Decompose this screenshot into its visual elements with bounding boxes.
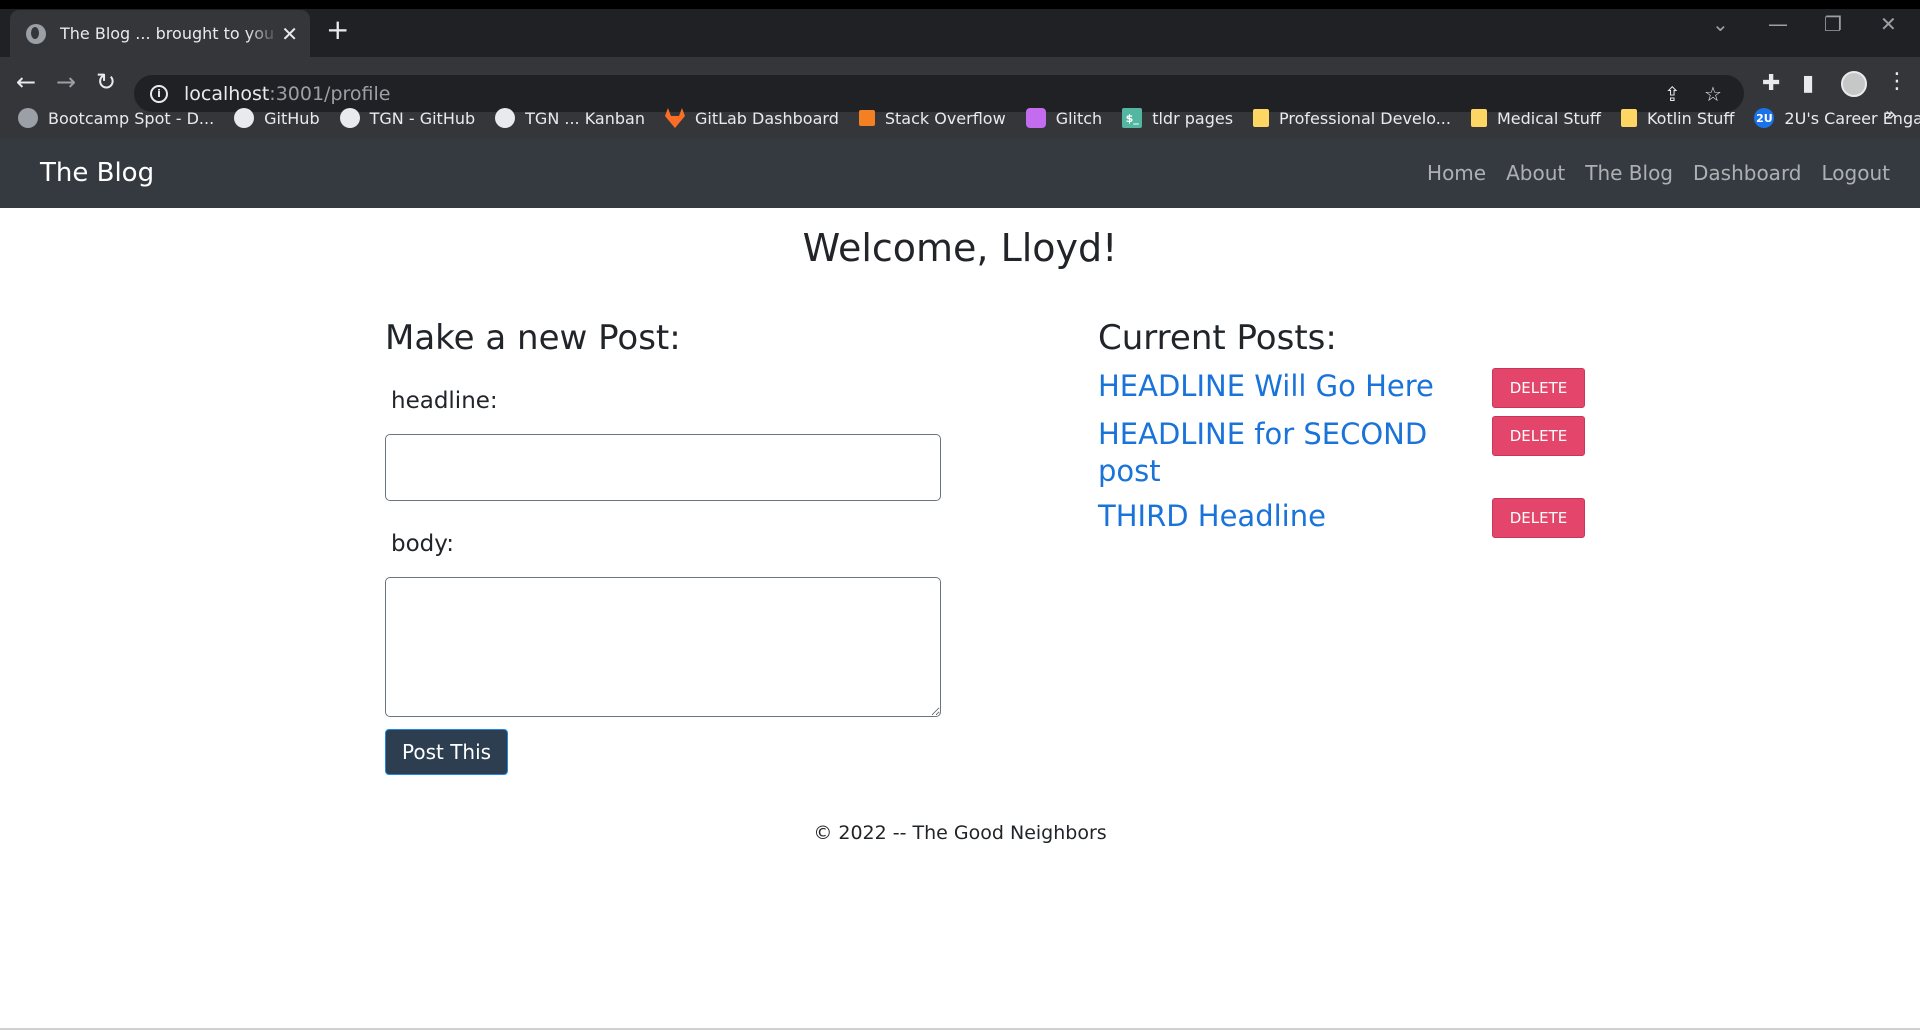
close-window-icon[interactable]: ✕: [1880, 14, 1897, 34]
nav-link-dashboard[interactable]: Dashboard: [1693, 161, 1802, 185]
nav-link-about[interactable]: About: [1506, 161, 1565, 185]
bookmark-label: Stack Overflow: [884, 108, 1006, 128]
bookmark-item[interactable]: Kotlin Stuff: [1620, 108, 1735, 128]
bookmark-label: Glitch: [1055, 108, 1103, 128]
delete-post-button[interactable]: DELETE: [1492, 498, 1585, 538]
restore-icon[interactable]: ❐: [1824, 14, 1842, 34]
nav-link-the-blog[interactable]: The Blog: [1585, 161, 1673, 185]
bookmark-item[interactable]: GitHub: [234, 108, 320, 128]
forward-arrow-icon[interactable]: →: [56, 70, 76, 94]
nav-link-home[interactable]: Home: [1427, 161, 1486, 185]
page-footer: © 2022 -- The Good Neighbors: [813, 822, 1107, 844]
side-panel-icon[interactable]: ▮: [1802, 73, 1814, 95]
bookmark-label: Kotlin Stuff: [1646, 108, 1735, 128]
nav-link-logout[interactable]: Logout: [1822, 161, 1890, 185]
bookmark-item[interactable]: GitLab Dashboard: [664, 108, 839, 128]
bookmark-label: TGN ... Kanban: [525, 108, 645, 128]
github-icon: [339, 108, 360, 128]
stackoverflow-icon: [858, 110, 875, 126]
extensions-puzzle-icon[interactable]: ✚: [1762, 73, 1780, 95]
bookmark-item[interactable]: Medical Stuff: [1470, 108, 1601, 128]
body-textarea[interactable]: [385, 577, 941, 717]
list-item: HEADLINE for SECOND post DELETE: [1098, 416, 1598, 490]
bookmarks-bar: Bootcamp Spot - D... GitHub TGN - GitHub…: [0, 98, 1920, 138]
browser-tabstrip: The Blog ... brought to you by the Good …: [0, 0, 1920, 57]
gitlab-icon: [664, 108, 685, 128]
globe-icon: [26, 23, 46, 44]
current-posts: Current Posts: HEADLINE Will Go Here DEL…: [1098, 318, 1598, 546]
new-post-title: Make a new Post:: [385, 318, 681, 358]
glitch-icon: [1025, 108, 1046, 128]
body-label: body:: [391, 531, 454, 557]
folder-icon: [1253, 109, 1270, 127]
back-arrow-icon[interactable]: ←: [16, 70, 36, 94]
site-navbar: The Blog Home About The Blog Dashboard L…: [0, 138, 1920, 208]
delete-post-button[interactable]: DELETE: [1492, 368, 1585, 408]
post-list: HEADLINE Will Go Here DELETE HEADLINE fo…: [1098, 368, 1598, 538]
post-headline-link[interactable]: THIRD Headline: [1098, 498, 1492, 535]
window-top-edge: [0, 0, 1920, 9]
bookmark-item[interactable]: Glitch: [1025, 108, 1103, 128]
bookmark-item[interactable]: Stack Overflow: [858, 108, 1006, 128]
tab-search-icon[interactable]: ⌄: [1712, 14, 1729, 34]
post-headline-link[interactable]: HEADLINE for SECOND post: [1098, 416, 1492, 490]
bookmarks-overflow-icon[interactable]: »: [1885, 104, 1896, 125]
navbar-brand[interactable]: The Blog: [40, 158, 154, 188]
bookmark-label: 2U's Career Engage...: [1784, 108, 1920, 128]
headline-input[interactable]: [385, 434, 941, 501]
welcome-heading: Welcome, Lloyd!: [802, 226, 1118, 270]
bookmark-item[interactable]: $_ tldr pages: [1122, 108, 1233, 128]
new-tab-icon[interactable]: +: [326, 16, 349, 44]
list-item: HEADLINE Will Go Here DELETE: [1098, 368, 1598, 408]
current-posts-title: Current Posts:: [1098, 318, 1337, 358]
tldr-icon: $_: [1122, 108, 1143, 128]
bookmark-item[interactable]: TGN ... Kanban: [495, 108, 645, 128]
tab-title: The Blog ... brought to you by the Good …: [60, 24, 280, 43]
headline-label: headline:: [391, 388, 498, 414]
bookmark-label: GitLab Dashboard: [694, 108, 839, 128]
bookmark-label: tldr pages: [1152, 108, 1234, 128]
folder-icon: [1620, 109, 1637, 127]
post-this-button[interactable]: Post This: [385, 729, 509, 775]
minimize-icon[interactable]: —: [1768, 14, 1788, 34]
reload-icon[interactable]: ↻: [96, 70, 116, 94]
github-icon: [495, 108, 516, 128]
profile-avatar-icon[interactable]: [1841, 71, 1867, 97]
navbar-links: Home About The Blog Dashboard Logout: [1407, 161, 1890, 185]
bookmark-item[interactable]: Professional Develo...: [1253, 109, 1451, 128]
bookmark-label: Medical Stuff: [1496, 108, 1601, 128]
bookmark-label: Professional Develo...: [1279, 108, 1451, 128]
github-icon: [234, 108, 255, 128]
post-headline-link[interactable]: HEADLINE Will Go Here: [1098, 368, 1492, 405]
bookmark-label: TGN - GitHub: [369, 108, 476, 128]
browser-menu-icon[interactable]: ⋮: [1886, 71, 1908, 93]
globe-icon: [18, 108, 38, 128]
bookmark-item[interactable]: TGN - GitHub: [339, 108, 476, 128]
bookmark-item[interactable]: Bootcamp Spot - D...: [18, 108, 214, 128]
bookmark-label: GitHub: [264, 108, 320, 128]
folder-icon: [1470, 109, 1487, 127]
close-tab-icon[interactable]: ✕: [281, 24, 298, 44]
2u-icon: 2U: [1754, 108, 1775, 128]
delete-post-button[interactable]: DELETE: [1492, 416, 1585, 456]
new-post-form: Make a new Post: headline: body: Post Th…: [385, 318, 945, 775]
list-item: THIRD Headline DELETE: [1098, 498, 1598, 538]
browser-tab-active[interactable]: The Blog ... brought to you by the Good …: [10, 10, 310, 57]
bookmark-label: Bootcamp Spot - D...: [48, 108, 215, 128]
